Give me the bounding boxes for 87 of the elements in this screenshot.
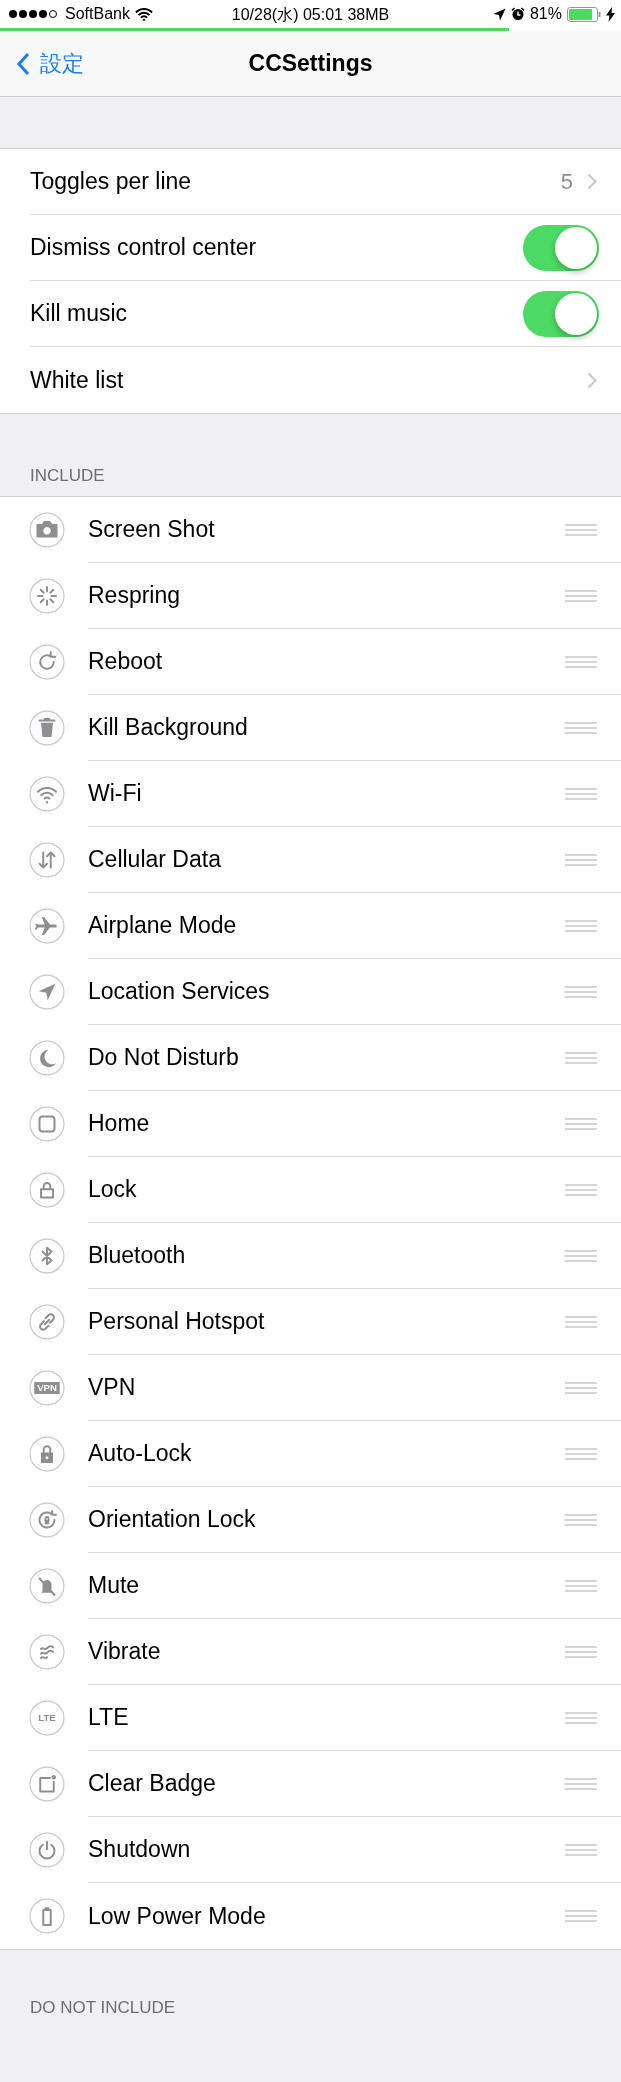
- drag-handle-icon[interactable]: [565, 1051, 597, 1064]
- toggle-switch[interactable]: [523, 224, 599, 271]
- drag-handle-icon[interactable]: [565, 787, 597, 800]
- toggle-name: Shutdown: [88, 1836, 191, 1863]
- vibration-icon: [29, 1634, 65, 1670]
- reload-icon: [29, 644, 65, 680]
- toggle-name: Bluetooth: [88, 1242, 186, 1269]
- chevron-right-icon: [587, 173, 597, 190]
- chevron-right-icon: [587, 371, 597, 389]
- drag-handle-icon[interactable]: [565, 1645, 597, 1658]
- drag-handle-icon[interactable]: [565, 1381, 597, 1394]
- toggle-name: Home: [88, 1110, 150, 1137]
- toggle-name: LTE: [88, 1704, 129, 1731]
- battery-icon: [567, 6, 601, 22]
- signal-strength-icon: [8, 9, 60, 19]
- toggle-name: Auto-Lock: [88, 1440, 192, 1467]
- bluetooth-icon: [29, 1238, 65, 1274]
- toggle-name: Kill Background: [88, 714, 248, 741]
- padlock-icon: [29, 1436, 65, 1472]
- section-header: DO NOT INCLUDE: [29, 1997, 177, 2018]
- row-label: Kill music: [30, 300, 129, 327]
- toggle-name: Mute: [88, 1572, 140, 1599]
- battery-icon: [29, 1898, 65, 1934]
- settings-row[interactable]: Toggles per line 5: [30, 149, 621, 215]
- up-down-arrows-icon: [29, 842, 65, 878]
- row-value: 5: [560, 168, 573, 195]
- toggle-name: Respring: [88, 582, 181, 609]
- power-icon: [29, 1832, 65, 1868]
- toggle-name: Clear Badge: [88, 1770, 216, 1797]
- wifi-icon: [29, 776, 65, 812]
- toggle-name: Wi-Fi: [88, 780, 142, 807]
- drag-handle-icon[interactable]: [565, 721, 597, 734]
- padlock-icon: [29, 1172, 65, 1208]
- drag-handle-icon[interactable]: [565, 655, 597, 668]
- row-label: Toggles per line: [30, 168, 193, 195]
- toggle-name: Vibrate: [88, 1638, 161, 1665]
- status-time: 10/28(水) 05:01 38MB: [231, 5, 390, 25]
- drag-handle-icon[interactable]: [565, 1117, 597, 1130]
- carrier-name: SoftBank: [65, 5, 130, 23]
- toggle-name: Low Power Mode: [88, 1902, 266, 1930]
- lte-icon: LTE: [29, 1700, 65, 1736]
- toggle-name: Airplane Mode: [88, 912, 237, 939]
- drag-handle-icon[interactable]: [565, 1249, 597, 1262]
- drag-handle-icon[interactable]: [565, 1777, 597, 1790]
- drag-handle-icon[interactable]: [565, 1447, 597, 1460]
- toggle-name: Orientation Lock: [88, 1506, 256, 1533]
- toggle-switch[interactable]: [523, 290, 599, 337]
- alarm-clock-icon: [510, 7, 525, 21]
- toggle-name: Personal Hotspot: [88, 1308, 265, 1335]
- drag-handle-icon[interactable]: [565, 853, 597, 866]
- drag-handle-icon[interactable]: [565, 919, 597, 932]
- back-button[interactable]: 設定: [16, 31, 84, 96]
- toggle-name: Screen Shot: [88, 516, 215, 543]
- drag-handle-icon[interactable]: [565, 1711, 597, 1724]
- drag-handle-icon[interactable]: [565, 589, 597, 602]
- camera-icon: [29, 512, 65, 548]
- airplane-icon: [29, 908, 65, 944]
- drag-handle-icon[interactable]: [565, 985, 597, 998]
- charging-bolt-icon: [606, 6, 615, 22]
- location-arrow-icon: [492, 7, 506, 21]
- row-label: Dismiss control center: [30, 234, 258, 261]
- rotation-lock-icon: [29, 1502, 65, 1538]
- toggle-name: VPN: [88, 1374, 136, 1401]
- toggle-name: Lock: [88, 1176, 137, 1203]
- settings-row[interactable]: White list: [30, 347, 621, 413]
- screen-title: CCSettings: [248, 50, 373, 77]
- wifi-icon: [134, 7, 153, 21]
- bell-slash-icon: [29, 1568, 65, 1604]
- drag-handle-icon[interactable]: [565, 1513, 597, 1526]
- drag-handle-icon[interactable]: [565, 1183, 597, 1196]
- moon-icon: [29, 1040, 65, 1076]
- drag-handle-icon[interactable]: [565, 1315, 597, 1328]
- spinner-icon: [29, 578, 65, 614]
- drag-handle-icon[interactable]: [565, 1843, 597, 1856]
- vpn-icon: VPN: [29, 1370, 65, 1406]
- trash-icon: [29, 710, 65, 746]
- drag-handle-icon[interactable]: [565, 1910, 597, 1922]
- toggle-name: Location Services: [88, 978, 270, 1005]
- battery-percentage: 81%: [529, 5, 562, 23]
- chevron-left-icon: [16, 51, 30, 76]
- toggle-name: Do Not Disturb: [88, 1044, 239, 1071]
- toggle-name: Reboot: [88, 648, 163, 675]
- drag-handle-icon[interactable]: [565, 523, 597, 536]
- toggle-name: Cellular Data: [88, 846, 221, 873]
- row-label: White list: [30, 366, 125, 394]
- drag-handle-icon[interactable]: [565, 1579, 597, 1592]
- link-icon: [29, 1304, 65, 1340]
